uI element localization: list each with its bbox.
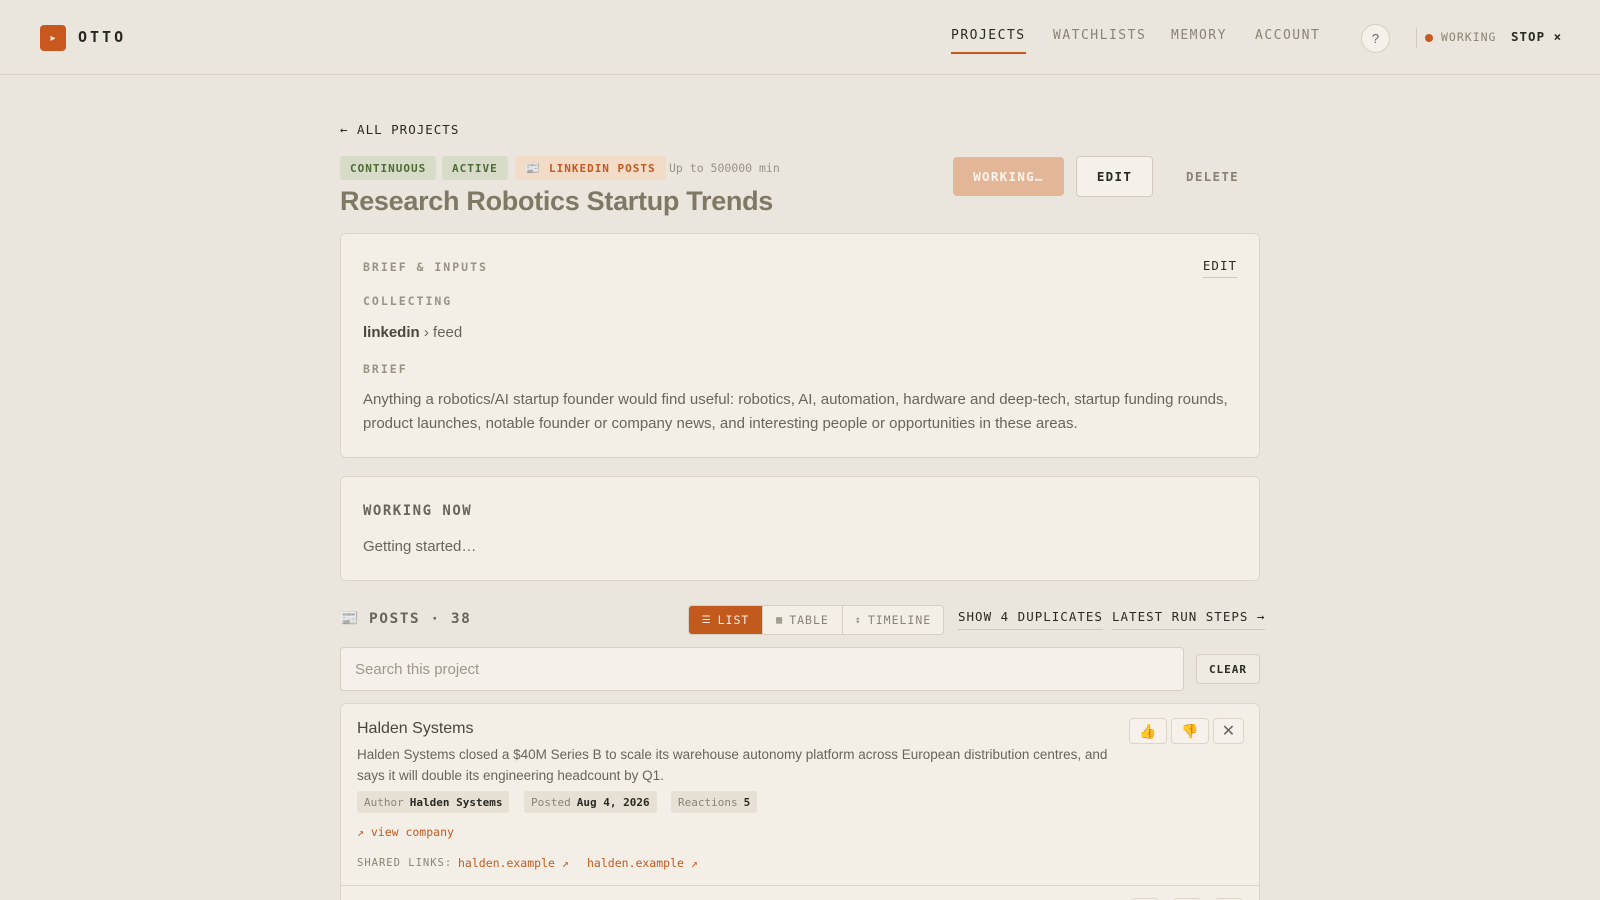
status-text: WORKING (1441, 30, 1497, 44)
delete-project-button[interactable]: DELETE (1165, 156, 1260, 197)
posts-count-title: POSTS · 38 (369, 611, 472, 627)
meta-author-value: Halden Systems (409, 795, 503, 809)
view-timeline-button[interactable]: ↕ TIMELINE (843, 606, 943, 634)
show-duplicates-button[interactable]: SHOW 4 DUPLICATES (958, 609, 1103, 630)
dismiss-button[interactable]: ✕ (1213, 718, 1244, 744)
view-timeline-label: TIMELINE (867, 613, 932, 627)
meta-reactions-value: 5 (743, 795, 751, 809)
clear-button[interactable]: CLEAR (1196, 654, 1260, 684)
edit-project-button[interactable]: EDIT (1076, 156, 1153, 197)
meta-reactions-key: Reactions (678, 795, 738, 809)
edit-brief-button[interactable]: EDIT (1202, 258, 1237, 278)
view-list-label: LIST (717, 613, 750, 627)
shared-link[interactable]: halden.example ↗ (587, 856, 698, 870)
meta-author-key: Author (364, 795, 404, 809)
brief-label: BRIEF (363, 362, 408, 376)
collecting-source: linkedin › feed (363, 324, 462, 341)
top-bar: ▸ OTTO PROJECTS WATCHLISTS MEMORY ACCOUN… (0, 0, 1600, 75)
view-company-link[interactable]: ↗ view company (357, 825, 454, 839)
source-path: › feed (423, 324, 463, 341)
post-body: Halden Systems closed a $40M Series B to… (357, 747, 1108, 783)
meta-posted: Posted Aug 4, 2026 (524, 791, 657, 813)
view-table-label: TABLE (789, 613, 829, 627)
divider (341, 885, 1259, 886)
app-name[interactable]: OTTO (78, 28, 126, 46)
view-list-button[interactable]: ☰ LIST (689, 606, 763, 634)
list-icon: ☰ (701, 614, 712, 626)
thumbs-up-button[interactable]: 👍 (1129, 718, 1167, 744)
meta-author: Author Halden Systems (357, 791, 510, 813)
shared-link[interactable]: halden.example ↗ (458, 856, 569, 870)
nav-watchlists[interactable]: WATCHLISTS (1053, 28, 1146, 43)
tag-source-label: LINKEDIN POSTS (548, 161, 656, 175)
collecting-label: COLLECTING (363, 294, 453, 308)
help-button[interactable]: ? (1361, 24, 1390, 53)
meta-posted-value: Aug 4, 2026 (576, 795, 650, 809)
tag-active: ACTIVE (442, 156, 508, 180)
table-icon: ▦ (776, 614, 784, 626)
working-heading: WORKING NOW (363, 503, 473, 519)
post-title[interactable]: Halden Systems (357, 720, 474, 738)
brief-card: BRIEF & INPUTS EDIT COLLECTING linkedin … (340, 233, 1260, 458)
post-card: Halden Systems Halden Systems closed a $… (340, 703, 1260, 900)
thumbs-down-button[interactable]: 👎 (1171, 718, 1209, 744)
nav-projects[interactable]: PROJECTS (951, 28, 1026, 54)
view-toggle: ☰ LIST ▦ TABLE ↕ TIMELINE (688, 605, 944, 635)
brief-heading: BRIEF & INPUTS (363, 260, 488, 274)
nav-account[interactable]: ACCOUNT (1255, 28, 1320, 43)
newspaper-icon: 📰 (340, 610, 359, 627)
meta-posted-key: Posted (531, 795, 571, 809)
source-name: linkedin (363, 324, 420, 341)
logo-icon[interactable]: ▸ (40, 25, 66, 51)
working-text: Getting started… (363, 538, 477, 555)
shared-links-label: SHARED LINKS: (357, 857, 453, 869)
meta-reactions: Reactions 5 (671, 791, 758, 813)
tag-source: 📰 LINKEDIN POSTS (515, 156, 666, 180)
tag-continuous: CONTINUOUS (340, 156, 437, 180)
latest-run-steps-link[interactable]: LATEST RUN STEPS → (1112, 609, 1266, 630)
search-input[interactable] (340, 647, 1184, 691)
divider (1416, 28, 1417, 48)
brief-text: Anything a robotics/AI startup founder w… (363, 391, 1228, 432)
page-title: Research Robotics Startup Trends (340, 186, 774, 216)
status-dot-icon (1425, 34, 1433, 42)
stop-button[interactable]: STOP × (1511, 29, 1562, 44)
timeline-icon: ↕ (854, 614, 862, 626)
view-table-button[interactable]: ▦ TABLE (763, 606, 843, 634)
nav-memory[interactable]: MEMORY (1171, 28, 1227, 43)
working-card: WORKING NOW Getting started… (340, 476, 1260, 581)
newspaper-icon: 📰 (525, 161, 541, 175)
all-projects-link[interactable]: ← ALL PROJECTS (340, 122, 459, 137)
duration-note: Up to 500000 min (669, 161, 780, 175)
working-button[interactable]: WORKING… (953, 157, 1064, 196)
